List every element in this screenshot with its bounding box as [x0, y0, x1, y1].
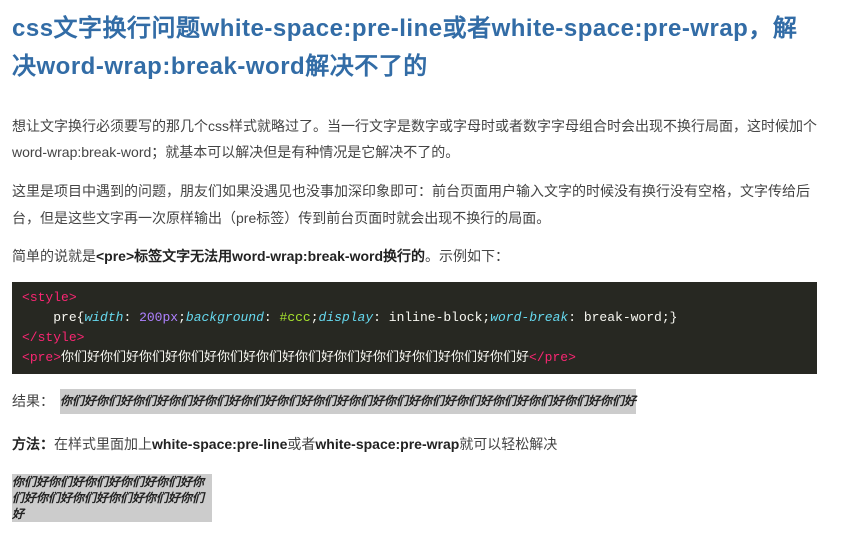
code-prop-wordbreak: word-break [490, 310, 568, 325]
wrapped-result-pre: 你们好你们好你们好你们好你们好你们好你们好你们好你们好你们好你们好 [12, 474, 212, 523]
method-text-2: 或者 [287, 436, 315, 452]
code-prop-width: width [84, 310, 123, 325]
code-pre-close: pre [545, 350, 568, 365]
result-row: 结果： 你们好你们好你们好你们好你们好你们好你们好你们好你们好你们好你们好你们好… [12, 388, 817, 415]
method-label: 方法： [12, 436, 54, 452]
paragraph-3-bold: <pre>标签文字无法用word-wrap:break-word换行的 [96, 248, 425, 264]
paragraph-3-pre: 简单的说就是 [12, 248, 96, 264]
code-pre-text: 你们好你们好你们好你们好你们好你们好你们好你们好你们好你们好你们好你们好 [61, 350, 529, 365]
method-bold-preline: white-space:pre-line [152, 436, 287, 452]
result-pre: 你们好你们好你们好你们好你们好你们好你们好你们好你们好你们好你们好你们好你们好你… [60, 389, 636, 414]
code-val-width: 200px [139, 310, 178, 325]
method-paragraph: 方法：在样式里面加上white-space:pre-line或者white-sp… [12, 431, 817, 458]
method-text-3: 就可以轻松解决 [459, 436, 557, 452]
paragraph-2: 这里是项目中遇到的问题，朋友们如果没遇见也没事加深印象即可：前台页面用户输入文字… [12, 178, 817, 231]
code-style-close: style [38, 330, 77, 345]
code-block: <style> pre{width: 200px;background: #cc… [12, 282, 817, 375]
result-label: 结果： [12, 388, 54, 415]
paragraph-3: 简单的说就是<pre>标签文字无法用word-wrap:break-word换行… [12, 243, 817, 270]
paragraph-1: 想让文字换行必须要写的那几个css样式就略过了。当一行文字是数字或字母时或者数字… [12, 113, 817, 166]
method-text-1: 在样式里面加上 [54, 436, 152, 452]
code-prop-background: background [186, 310, 264, 325]
code-style-open: style [30, 290, 69, 305]
code-val-display: inline-block [389, 310, 483, 325]
code-pre-open: pre [30, 350, 53, 365]
article-title: css文字换行问题white-space:pre-line或者white-spa… [12, 10, 817, 87]
code-val-background: #ccc [280, 310, 311, 325]
method-bold-prewrap: white-space:pre-wrap [315, 436, 459, 452]
code-prop-display: display [319, 310, 374, 325]
code-val-wordbreak: break-word [584, 310, 662, 325]
code-selector: pre [53, 310, 76, 325]
paragraph-3-post: 。示例如下： [425, 248, 509, 264]
